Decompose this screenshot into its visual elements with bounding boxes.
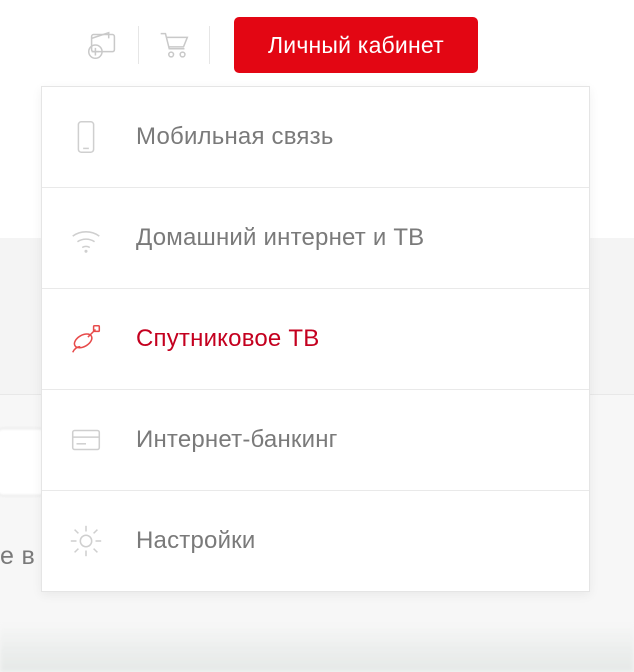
menu-item-satellite-tv[interactable]: Спутниковое ТВ: [42, 288, 589, 389]
wifi-icon: [66, 218, 106, 258]
menu-item-label: Мобильная связь: [136, 123, 334, 151]
menu-item-settings[interactable]: Настройки: [42, 490, 589, 591]
account-button[interactable]: Личный кабинет: [234, 17, 478, 73]
menu-item-home-internet-tv[interactable]: Домашний интернет и ТВ: [42, 187, 589, 288]
background-wave: [0, 624, 634, 672]
menu-item-label: Спутниковое ТВ: [136, 325, 319, 353]
background-cut-text: е в: [0, 542, 35, 571]
menu-item-internet-banking[interactable]: Интернет-банкинг: [42, 389, 589, 490]
satellite-icon: [66, 319, 106, 359]
account-menu: Мобильная связь Домашний интернет и ТВ С…: [41, 86, 590, 592]
menu-item-mobile[interactable]: Мобильная связь: [42, 87, 589, 187]
toolbar-divider: [209, 26, 210, 64]
toolbar: Личный кабинет: [0, 14, 634, 76]
menu-item-label: Домашний интернет и ТВ: [136, 224, 424, 252]
wallet-add-icon[interactable]: [68, 23, 138, 67]
menu-item-label: Настройки: [136, 527, 255, 555]
mobile-icon: [66, 117, 106, 157]
cart-icon[interactable]: [139, 23, 209, 67]
menu-item-label: Интернет-банкинг: [136, 426, 338, 454]
card-icon: [66, 420, 106, 460]
account-button-label: Личный кабинет: [268, 32, 444, 58]
gear-icon: [66, 521, 106, 561]
